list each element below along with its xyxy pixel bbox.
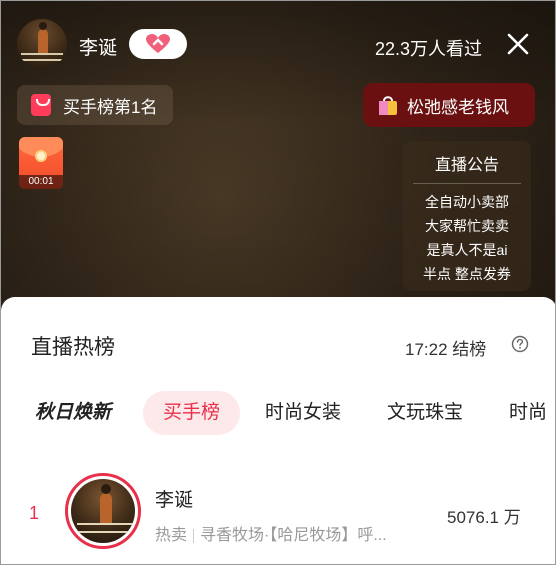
tab-collectibles[interactable]: 文玩珠宝: [387, 391, 463, 435]
live-room-screen: 李诞 22.3万人看过 买手榜第1名 松弛感老钱风 00:01 直播公告 全自动…: [0, 0, 556, 565]
close-icon[interactable]: [505, 31, 531, 57]
red-packet-timer: 00:01: [19, 175, 63, 189]
host-avatar[interactable]: [17, 19, 67, 69]
help-icon[interactable]: [511, 335, 529, 353]
follow-button[interactable]: [129, 29, 187, 59]
product-desc: 寻香牧场·【哈尼牧场】呼...: [200, 527, 387, 544]
avatar[interactable]: [65, 473, 141, 549]
viewer-count: 22.3万人看过: [375, 39, 483, 59]
coin-icon: [35, 150, 47, 162]
gift-bag-icon: [379, 96, 397, 115]
tab-fashion[interactable]: 时尚: [509, 391, 547, 435]
announcement-card[interactable]: 直播公告 全自动小卖部 大家帮忙卖卖 是真人不是ai 半点 整点发券: [403, 141, 531, 291]
announcement-line: 半点 整点发券: [423, 266, 511, 282]
host-name[interactable]: 李诞: [79, 33, 117, 60]
rank-number: 1: [29, 503, 40, 523]
sheet-title: 直播热榜: [31, 336, 115, 359]
table-row[interactable]: 1 李诞 热卖 寻香牧场·【哈尼牧场】呼... 5076.1 万: [1, 469, 555, 553]
list-end-time: 17:22 结榜: [405, 340, 487, 359]
announcement-line: 是真人不是ai: [426, 242, 508, 258]
tab-womens-fashion[interactable]: 时尚女装: [265, 391, 341, 435]
streamer-name: 李诞: [155, 490, 194, 511]
shopping-bag-icon: [31, 94, 51, 116]
rank-badge-label: 买手榜第1名: [63, 97, 158, 117]
row-subtitle: 热卖 寻香牧场·【哈尼牧场】呼...: [155, 521, 387, 545]
shop-entry-label: 松弛感老钱风: [407, 97, 509, 117]
shop-entry-button[interactable]: 松弛感老钱风: [363, 83, 535, 127]
hot-list-sheet: 直播热榜 17:22 结榜 秋日焕新 买手榜 时尚女装 文玩珠宝 时尚 1 李诞…: [1, 297, 555, 564]
sales-value: 5076.1 万: [447, 508, 521, 527]
rank-badge-button[interactable]: 买手榜第1名: [17, 85, 173, 125]
hot-tag: 热卖: [155, 527, 188, 544]
red-packet-button[interactable]: 00:01: [19, 137, 63, 189]
heart-icon: [146, 34, 170, 53]
tab-buyer-list[interactable]: 买手榜: [143, 391, 241, 435]
announcement-line: 全自动小卖部: [425, 194, 509, 210]
announcement-title: 直播公告: [413, 151, 521, 184]
announcement-line: 大家帮忙卖卖: [425, 218, 509, 234]
tab-autumn[interactable]: 秋日焕新: [35, 391, 111, 435]
category-tabs: 秋日焕新 买手榜 时尚女装 文玩珠宝 时尚: [1, 391, 555, 435]
